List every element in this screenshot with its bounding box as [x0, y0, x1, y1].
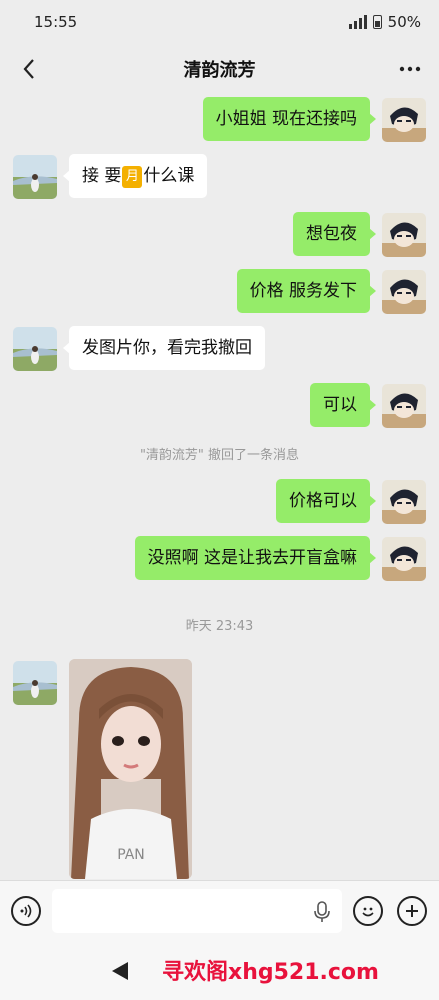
system-nav-bar: 寻欢阁xhg521.com — [0, 942, 439, 1000]
message-row: 价格可以 — [0, 478, 439, 524]
mic-icon[interactable] — [312, 900, 332, 924]
moon-emoji-icon: 月 — [122, 166, 143, 188]
timestamp: 昨天 23:43 — [185, 619, 254, 634]
chat-messages[interactable]: 小姐姐 现在还接吗 接 要月什么课 想包夜 价格 服务发下 发图片你，看完我撤回 — [0, 94, 439, 880]
more-icon — [399, 66, 421, 72]
message-bubble-received[interactable]: 接 要月什么课 — [62, 154, 208, 198]
emoji-button[interactable] — [353, 896, 383, 926]
chat-title: 清韵流芳 — [183, 60, 256, 81]
status-indicators: 50% — [348, 13, 421, 31]
add-icon — [406, 905, 418, 917]
message-bubble-sent[interactable]: 可以 — [310, 383, 376, 427]
message-bubble-received[interactable]: 发图片你，看完我撤回 — [63, 326, 265, 370]
contact-avatar[interactable] — [13, 327, 57, 371]
message-row: 价格 服务发下 — [0, 268, 439, 314]
message-text: 什么课 — [143, 166, 195, 186]
my-avatar[interactable] — [382, 384, 426, 428]
my-avatar[interactable] — [382, 537, 426, 581]
chat-header: 清韵流芳 — [0, 44, 439, 94]
back-arrow-icon — [23, 59, 34, 79]
contact-avatar[interactable] — [13, 155, 57, 199]
status-bar: 15:55 50% — [0, 0, 439, 44]
portrait-photo: PAN — [69, 659, 192, 879]
my-avatar[interactable] — [382, 480, 426, 524]
nav-back-icon[interactable] — [108, 959, 132, 983]
message-bubble-sent[interactable]: 价格 服务发下 — [236, 269, 377, 313]
message-row: 想包夜 — [0, 211, 439, 257]
input-bar — [0, 880, 439, 942]
battery-icon — [372, 15, 382, 29]
my-avatar[interactable] — [382, 213, 426, 257]
emoji-icon — [362, 907, 374, 917]
back-button[interactable] — [14, 54, 44, 84]
message-bubble-sent[interactable]: 想包夜 — [293, 212, 376, 256]
message-input[interactable] — [52, 889, 342, 933]
message-row: PAN — [0, 659, 439, 880]
my-avatar[interactable] — [382, 270, 426, 314]
message-row: 可以 — [0, 382, 439, 428]
message-row: 接 要月什么课 — [0, 153, 439, 199]
voice-button[interactable] — [11, 896, 41, 926]
my-avatar[interactable] — [382, 98, 426, 142]
recall-notice: "清韵流芳" 撤回了一条消息 — [139, 448, 300, 463]
message-bubble-sent[interactable]: 价格可以 — [276, 479, 376, 523]
message-row: 小姐姐 现在还接吗 — [0, 96, 439, 142]
photo-message[interactable]: PAN — [69, 659, 192, 879]
message-bubble-sent[interactable]: 没照啊 这是让我去开盲盒嘛 — [134, 536, 377, 580]
watermark: 寻欢阁xhg521.com — [162, 960, 379, 985]
svg-text:PAN: PAN — [117, 847, 145, 863]
status-time: 15:55 — [34, 13, 78, 31]
signal-icon — [348, 15, 367, 29]
battery-level: 50% — [387, 13, 421, 31]
message-text: 接 要 — [82, 166, 122, 186]
message-row: 发图片你，看完我撤回 — [0, 325, 439, 371]
message-row: 没照啊 这是让我去开盲盒嘛 — [0, 535, 439, 581]
voice-icon — [20, 904, 32, 918]
add-button[interactable] — [397, 896, 427, 926]
more-button[interactable] — [395, 54, 425, 84]
contact-avatar[interactable] — [13, 661, 57, 705]
message-bubble-sent[interactable]: 小姐姐 现在还接吗 — [202, 97, 377, 141]
